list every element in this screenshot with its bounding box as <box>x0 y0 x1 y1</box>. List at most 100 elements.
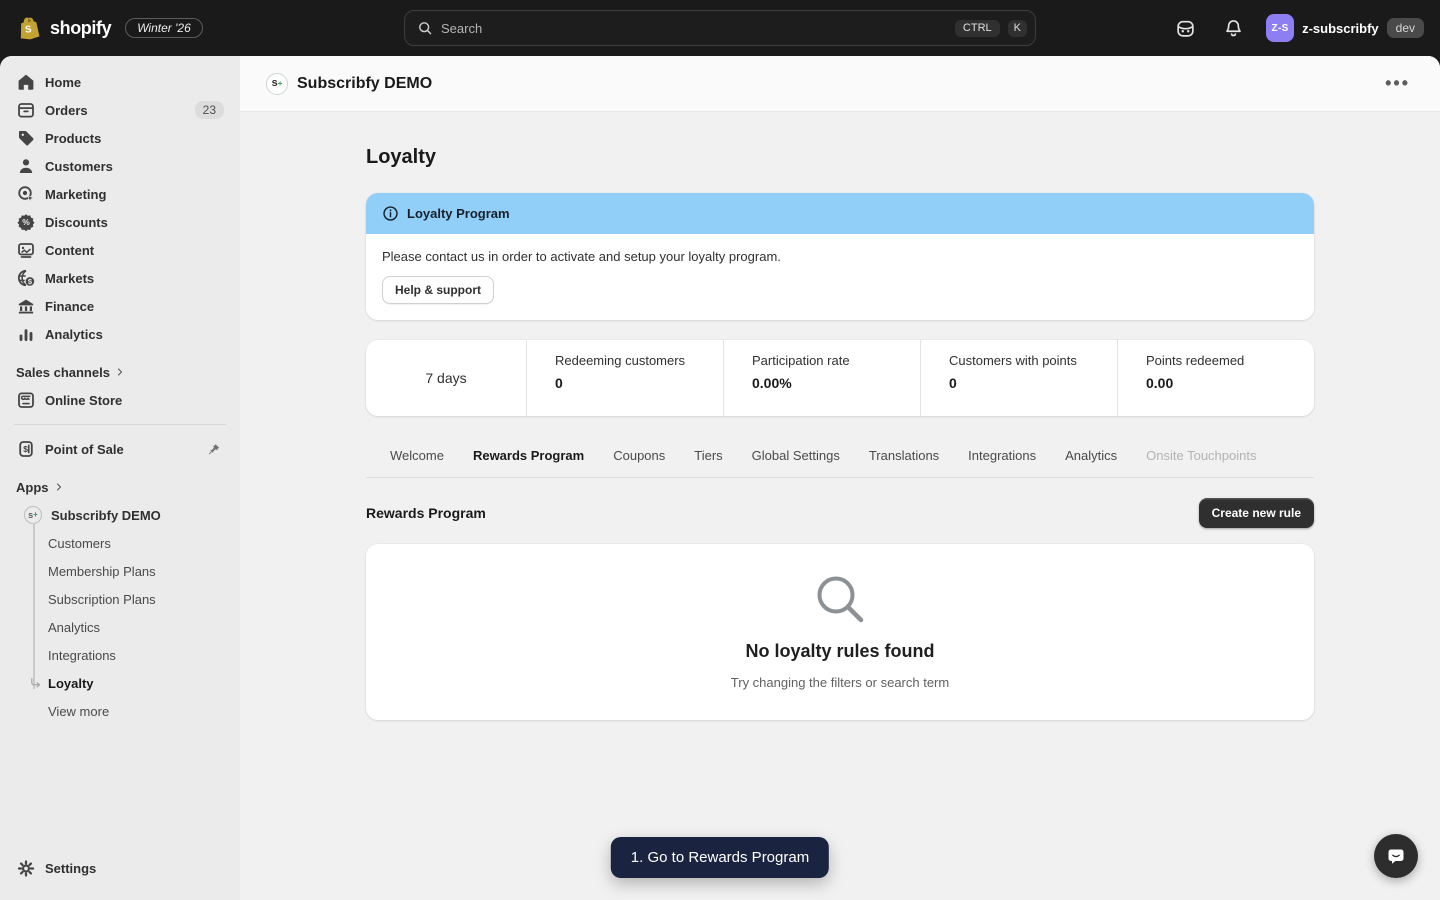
empty-state-card: No loyalty rules found Try changing the … <box>366 544 1314 720</box>
chevron-right-icon <box>114 366 126 378</box>
tab-global-settings[interactable]: Global Settings <box>752 448 840 463</box>
sidebar-item-label: Settings <box>45 861 96 876</box>
apps-label: Apps <box>16 480 49 495</box>
submenu-label: Integrations <box>48 648 116 663</box>
stat-participation-rate: Participation rate 0.00% <box>723 340 920 416</box>
sidebar-divider <box>14 424 226 425</box>
dev-badge: dev <box>1387 18 1424 38</box>
stat-redeeming-customers: Redeeming customers 0 <box>526 340 723 416</box>
sidebar-item-finance[interactable]: Finance <box>8 292 232 320</box>
sidebar-item-point-of-sale[interactable]: $ Point of Sale <box>8 435 232 463</box>
main-area: s+ Subscribfy DEMO ••• Loyalty Loyalty P… <box>240 56 1440 900</box>
submenu-item-analytics[interactable]: Analytics <box>8 613 232 641</box>
stat-label: Redeeming customers <box>555 353 715 368</box>
banner-title: Loyalty Program <box>407 206 510 221</box>
sidekick-button[interactable] <box>1170 13 1200 43</box>
pin-icon[interactable] <box>204 442 224 457</box>
tab-tiers[interactable]: Tiers <box>694 448 722 463</box>
sidebar-item-analytics[interactable]: Analytics <box>8 320 232 348</box>
sidebar-item-home[interactable]: Home <box>8 68 232 96</box>
dots-icon: ••• <box>1385 73 1410 93</box>
shopify-bag-icon: S <box>15 14 44 43</box>
orders-icon <box>16 100 36 120</box>
sidebar-item-marketing[interactable]: Marketing <box>8 180 232 208</box>
sidebar-item-label: Online Store <box>45 393 122 408</box>
tab-translations[interactable]: Translations <box>869 448 939 463</box>
tab-welcome[interactable]: Welcome <box>390 448 444 463</box>
sidebar-item-label: Finance <box>45 299 94 314</box>
tab-rewards-program[interactable]: Rewards Program <box>473 448 584 463</box>
submenu-label: Customers <box>48 536 111 551</box>
storefront-icon <box>16 390 36 410</box>
submenu-item-subscription-plans[interactable]: Subscription Plans <box>8 585 232 613</box>
sidebar-item-label: Discounts <box>45 215 108 230</box>
tab-analytics[interactable]: Analytics <box>1065 448 1117 463</box>
sales-channels-label: Sales channels <box>16 365 110 380</box>
bank-icon <box>16 296 36 316</box>
subscribfy-app-icon: s+ <box>266 73 288 95</box>
sidebar-item-discounts[interactable]: % Discounts <box>8 208 232 236</box>
global-search[interactable]: CTRL K <box>404 10 1036 46</box>
sidebar-item-label: Point of Sale <box>45 442 124 457</box>
search-input[interactable] <box>441 21 947 36</box>
account-menu[interactable]: Z-S z-subscribfy dev <box>1266 14 1424 42</box>
stat-label: Customers with points <box>949 353 1109 368</box>
rewards-program-section-header: Rewards Program Create new rule <box>366 498 1314 528</box>
sidebar-item-products[interactable]: Products <box>8 124 232 152</box>
loyalty-program-banner: Loyalty Program Please contact us in ord… <box>366 193 1314 320</box>
chat-bubble-icon <box>1385 845 1407 867</box>
apps-header[interactable]: Apps <box>8 473 232 501</box>
create-new-rule-button[interactable]: Create new rule <box>1199 498 1314 528</box>
orders-count-badge: 23 <box>195 101 224 119</box>
pos-icon: $ <box>16 439 36 459</box>
sidebar-item-orders[interactable]: Orders 23 <box>8 96 232 124</box>
overflow-menu-button[interactable]: ••• <box>1381 74 1414 93</box>
svg-text:$: $ <box>23 444 28 454</box>
shortcut-ctrl-key: CTRL <box>955 20 1000 37</box>
target-cursor-icon <box>16 184 36 204</box>
app-title-text: Subscribfy DEMO <box>297 75 432 93</box>
bar-chart-icon <box>16 324 36 344</box>
sidebar-item-content[interactable]: Content <box>8 236 232 264</box>
topbar-actions: Z-S z-subscribfy dev <box>1170 13 1424 43</box>
stat-points-redeemed: Points redeemed 0.00 <box>1117 340 1314 416</box>
stat-value: 0 <box>555 375 715 391</box>
sidekick-icon <box>1175 18 1196 39</box>
banner-body: Please contact us in order to activate a… <box>366 234 1314 320</box>
sidebar-item-label: Analytics <box>45 327 103 342</box>
subscribfy-submenu: Customers Membership Plans Subscription … <box>8 529 232 725</box>
sidebar-item-settings[interactable]: Settings <box>8 854 232 882</box>
submenu-item-membership-plans[interactable]: Membership Plans <box>8 557 232 585</box>
sidebar-item-markets[interactable]: $ Markets <box>8 264 232 292</box>
submenu-item-integrations[interactable]: Integrations <box>8 641 232 669</box>
stats-period[interactable]: 7 days <box>366 340 526 416</box>
app-title: s+ Subscribfy DEMO <box>266 73 432 95</box>
sidebar-item-subscribfy-demo[interactable]: s+ Subscribfy DEMO <box>8 501 232 529</box>
sidebar-item-label: Marketing <box>45 187 106 202</box>
sales-channels-header[interactable]: Sales channels <box>8 358 232 386</box>
tour-step-tooltip[interactable]: 1. Go to Rewards Program <box>611 837 829 878</box>
empty-state-subtitle: Try changing the filters or search term <box>386 675 1294 690</box>
search-icon <box>417 20 433 36</box>
submenu-item-loyalty[interactable]: Loyalty <box>8 669 232 697</box>
home-icon <box>16 72 36 92</box>
page-content: Loyalty Loyalty Program Please contact u… <box>240 112 1440 900</box>
submenu-label: Subscription Plans <box>48 592 156 607</box>
tab-integrations[interactable]: Integrations <box>968 448 1036 463</box>
shopify-logo[interactable]: S shopify Winter '26 <box>16 15 203 41</box>
edition-badge[interactable]: Winter '26 <box>125 18 203 38</box>
empty-state-title: No loyalty rules found <box>386 641 1294 662</box>
sidebar-item-online-store[interactable]: Online Store <box>8 386 232 414</box>
app-header: s+ Subscribfy DEMO ••• <box>240 56 1440 112</box>
chat-launcher-button[interactable] <box>1374 834 1418 878</box>
sidebar-item-label: Content <box>45 243 94 258</box>
active-branch-arrow-icon <box>29 676 43 690</box>
submenu-item-customers[interactable]: Customers <box>8 529 232 557</box>
sidebar-item-customers[interactable]: Customers <box>8 152 232 180</box>
sidebar: Home Orders 23 Products Customers Market… <box>0 56 240 900</box>
submenu-item-view-more[interactable]: View more <box>8 697 232 725</box>
notifications-button[interactable] <box>1218 13 1248 43</box>
tab-coupons[interactable]: Coupons <box>613 448 665 463</box>
shortcut-k-key: K <box>1008 20 1027 37</box>
help-support-button[interactable]: Help & support <box>382 276 494 304</box>
